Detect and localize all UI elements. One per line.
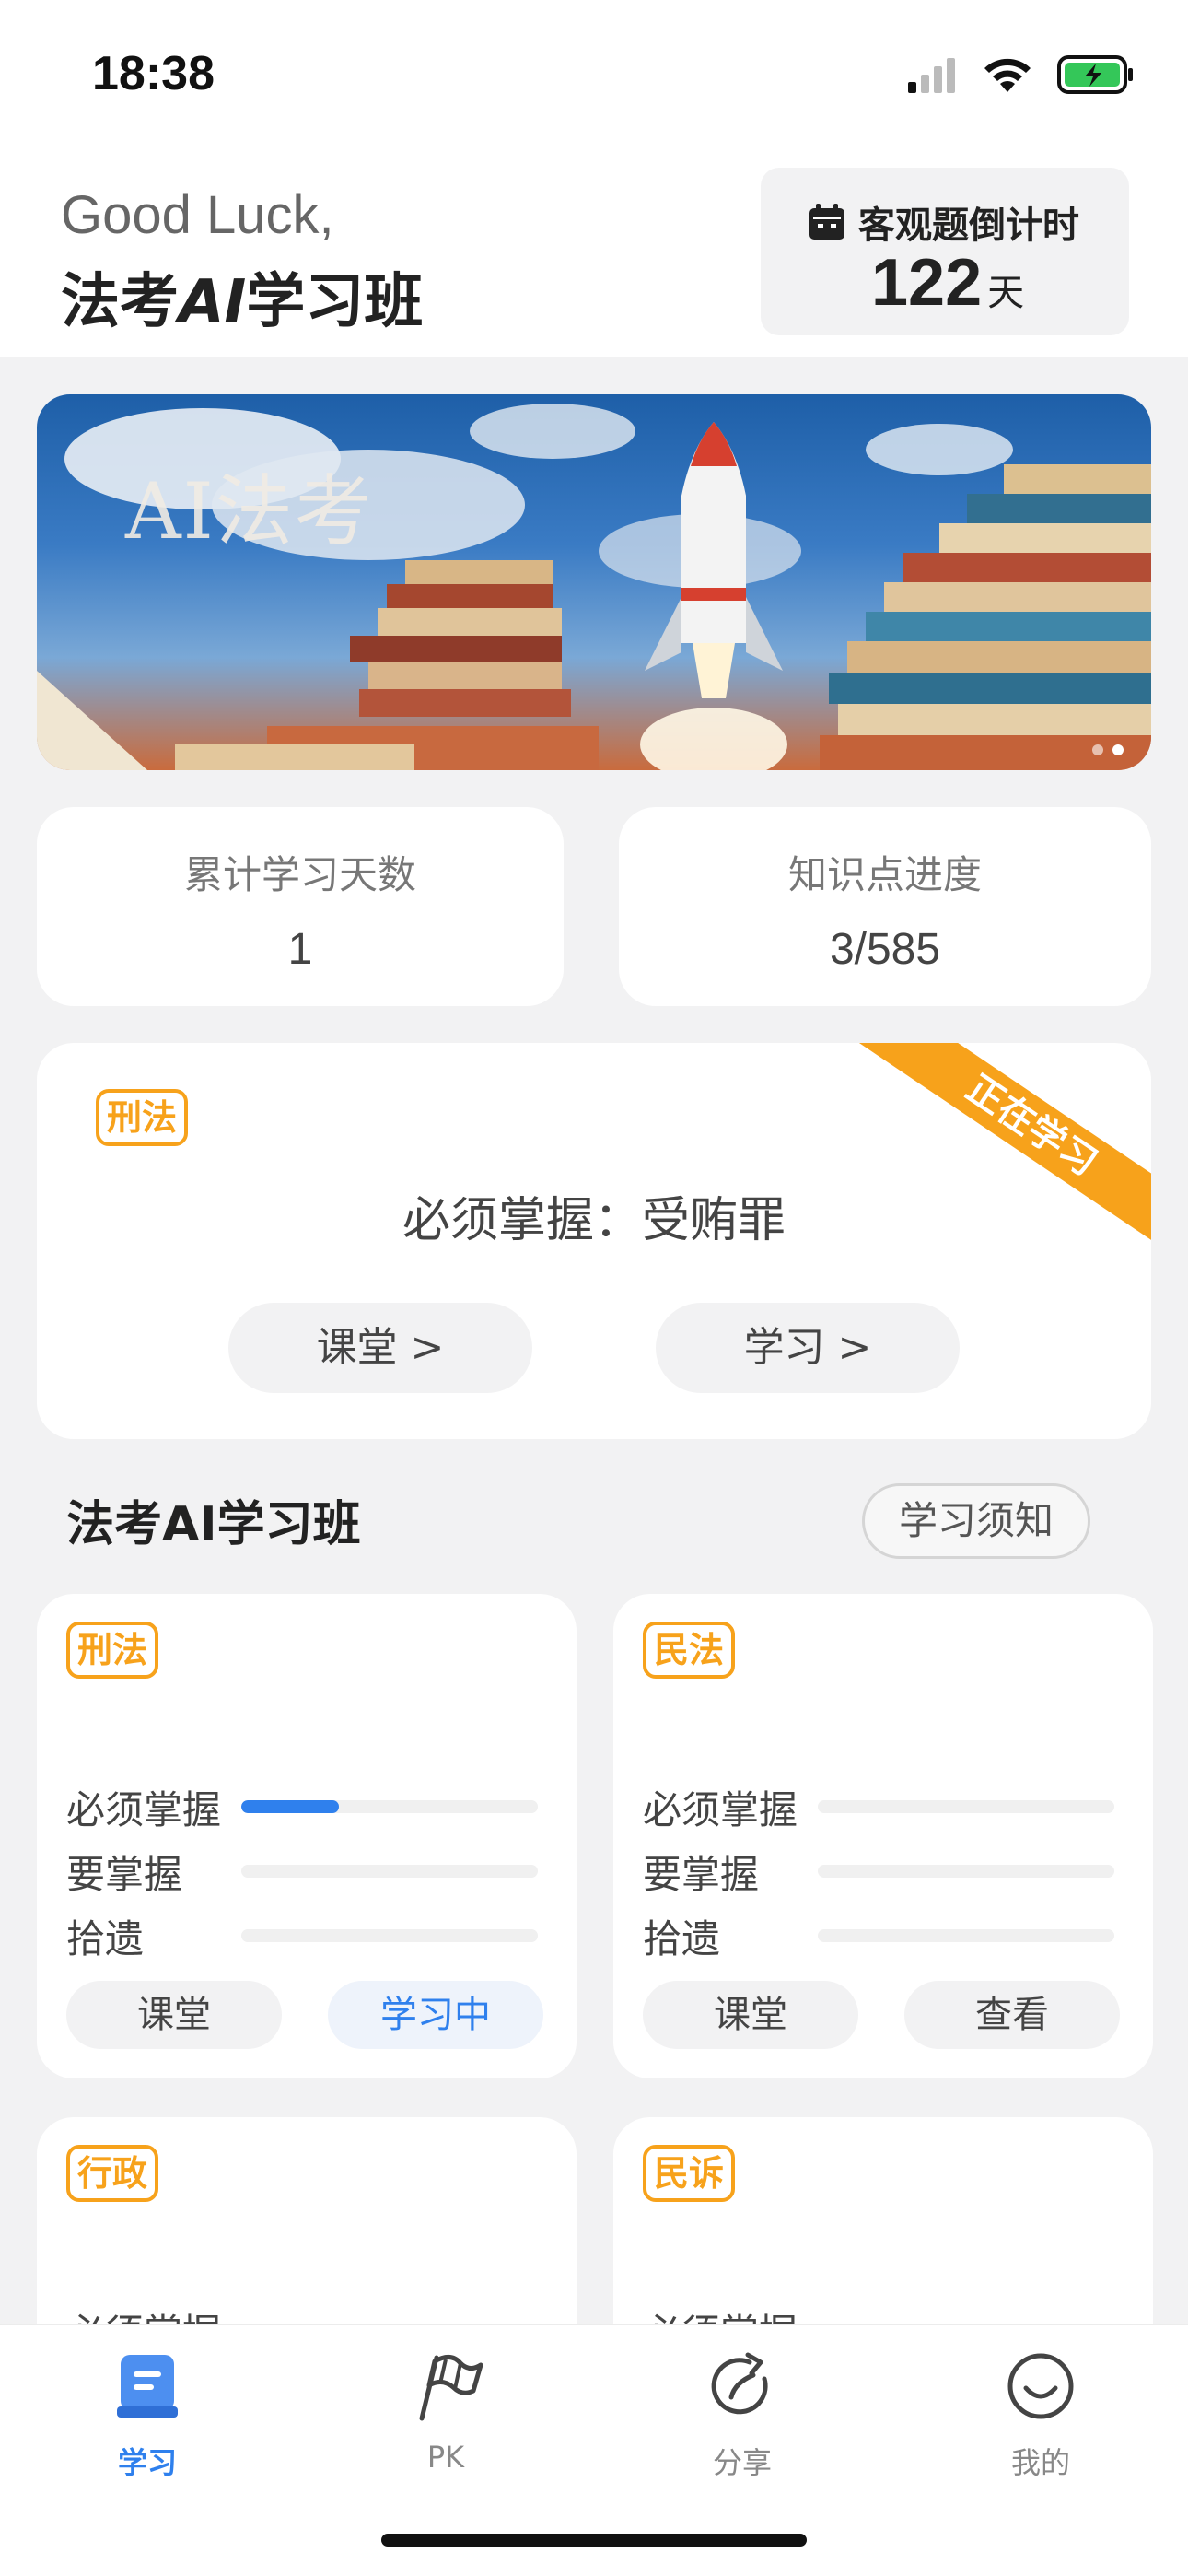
progress-track: [818, 1865, 1114, 1878]
progress-label: 拾遗: [66, 1915, 145, 1961]
countdown-label-row: 客观题倒计时: [807, 195, 1079, 249]
tab-pk[interactable]: PK: [354, 2349, 538, 2475]
study-days-value: 1: [287, 925, 313, 974]
class-title-suffix: 学习班: [246, 268, 424, 336]
subject-studying-button[interactable]: 学习中: [328, 1981, 543, 2049]
subject-tag: 民诉: [643, 2145, 736, 2202]
banner-dot-active: [1112, 744, 1124, 755]
subject-tag: 行政: [66, 2145, 159, 2202]
signal-icon: [908, 58, 955, 93]
tab-share[interactable]: 分享: [650, 2349, 834, 2482]
knowledge-progress-card: 知识点进度 3/585: [619, 807, 1151, 1006]
countdown-label: 客观题倒计时: [858, 205, 1079, 247]
class-title-ai: AI: [179, 268, 247, 336]
countdown-value-row: 122 天: [871, 245, 1024, 321]
tab-label: PK: [426, 2440, 465, 2475]
status-bar: 18:38: [0, 0, 1188, 147]
progress-track: [241, 1800, 538, 1813]
subject-card-criminal-law[interactable]: 刑法 必须掌握 要掌握 拾遗 课堂 学习中: [37, 1594, 577, 2078]
study-button[interactable]: 学习 >: [656, 1303, 960, 1393]
flag-icon: [354, 2349, 538, 2423]
share-icon: [650, 2349, 834, 2423]
exam-countdown-card[interactable]: 客观题倒计时 122 天: [761, 168, 1129, 335]
progress-row-should: 要掌握: [66, 1848, 538, 1897]
progress-label: 要掌握: [643, 1851, 760, 1897]
subject-view-button[interactable]: 查看: [904, 1981, 1120, 2049]
tab-me[interactable]: 我的: [949, 2349, 1133, 2482]
class-title: 法考AI学习班: [61, 254, 423, 339]
current-study-card: 刑法 正在学习 必须掌握：受贿罪 课堂 > 学习 >: [37, 1043, 1151, 1439]
subject-classroom-button[interactable]: 课堂: [66, 1981, 282, 2049]
current-subject-tag: 刑法: [96, 1089, 189, 1146]
current-topic: 必须掌握：受贿罪: [402, 1193, 786, 1248]
progress-track: [241, 1865, 538, 1878]
progress-label: 拾遗: [643, 1915, 721, 1961]
book-icon: [55, 2349, 239, 2423]
section-title: 法考AI学习班: [66, 1497, 361, 1552]
status-icons: [906, 53, 1135, 96]
progress-fill: [241, 1800, 340, 1813]
classroom-button[interactable]: 课堂 >: [228, 1303, 532, 1393]
progress-row-misc: 拾遗: [66, 1913, 538, 1961]
banner-pagination: [1092, 744, 1124, 755]
tab-study[interactable]: 学习: [55, 2349, 239, 2482]
subject-tag: 刑法: [66, 1622, 159, 1679]
class-title-prefix: 法考: [61, 268, 179, 336]
header: Good Luck, 法考AI学习班 客观题倒计时 122 天: [0, 147, 1188, 357]
progress-row-misc: 拾遗: [643, 1913, 1114, 1961]
study-days-card: 累计学习天数 1: [37, 807, 564, 1006]
progress-label: 要掌握: [66, 1851, 183, 1897]
progress-label: 必须掌握: [643, 1786, 798, 1832]
progress-label: 必须掌握: [66, 1786, 222, 1832]
battery-charging-icon: [1057, 55, 1133, 94]
progress-row-should: 要掌握: [643, 1848, 1114, 1897]
smile-icon: [949, 2349, 1133, 2423]
progress-row-must: 必须掌握: [66, 1784, 538, 1832]
banner-dot: [1092, 744, 1103, 755]
subject-tag: 民法: [643, 1622, 736, 1679]
tab-label: 我的: [1010, 2445, 1070, 2480]
tab-label: 学习: [117, 2445, 177, 2480]
tab-label: 分享: [712, 2445, 772, 2480]
study-notice-button[interactable]: 学习须知: [862, 1483, 1090, 1559]
progress-row-must: 必须掌握: [643, 1784, 1114, 1832]
knowledge-progress-value: 3/585: [829, 925, 941, 974]
promo-banner[interactable]: AI法考: [37, 394, 1151, 770]
progress-track: [818, 1929, 1114, 1942]
subject-classroom-button[interactable]: 课堂: [643, 1981, 858, 2049]
countdown-value: 122: [871, 246, 983, 320]
progress-track: [818, 1800, 1114, 1813]
subject-card-civil-law[interactable]: 民法 必须掌握 要掌握 拾遗 课堂 查看: [613, 1594, 1153, 2078]
status-time: 18:38: [92, 47, 215, 100]
knowledge-progress-label: 知识点进度: [787, 852, 982, 897]
greeting-text: Good Luck,: [61, 185, 334, 245]
countdown-unit: 天: [987, 273, 1025, 313]
banner-title: AI法考: [125, 466, 374, 556]
home-indicator: [381, 2534, 807, 2547]
calendar-icon: [809, 204, 844, 240]
wifi-icon: [984, 58, 1031, 92]
progress-track: [241, 1929, 538, 1942]
study-days-label: 累计学习天数: [183, 852, 416, 897]
